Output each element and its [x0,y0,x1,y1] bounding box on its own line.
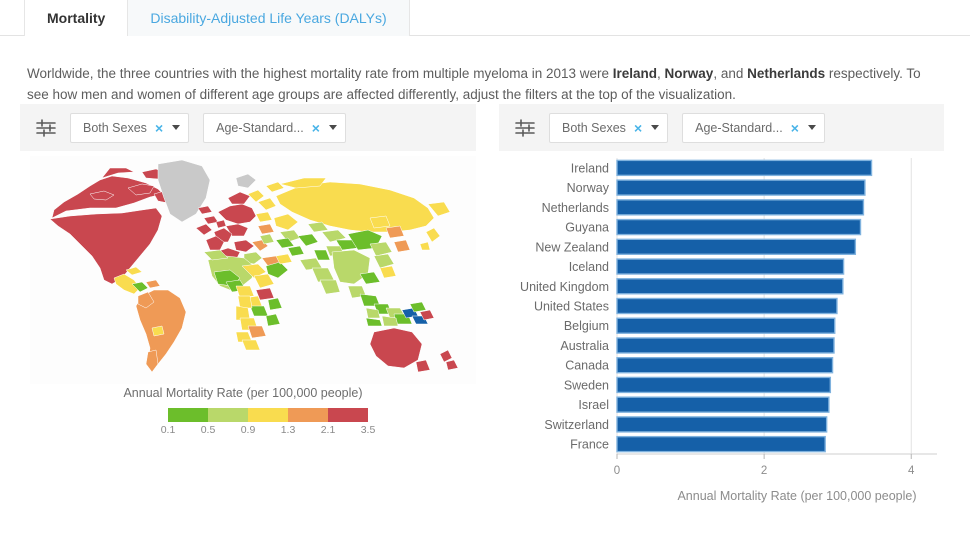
bar-chart-svg[interactable]: Ireland Norway Netherlands Guyana New Zealan… [499,154,951,534]
tab-dalys[interactable]: Disability-Adjusted Life Years (DALYs) [128,0,410,36]
chart-sex-filter-chevron-down-icon[interactable] [651,125,660,130]
bar-united-kingdom[interactable] [616,278,844,295]
intro-country-netherlands: Netherlands [747,65,826,81]
intro-sep-1: , [657,65,665,81]
bar-canada[interactable] [616,357,834,374]
legend-swatch-3 [288,408,328,422]
x-tick-label-2: 2 [761,465,767,477]
bar-guyana[interactable] [616,218,862,236]
category-label-guyana: Guyana [565,221,609,235]
tab-bar: Mortality Disability-Adjusted Life Years… [0,0,970,36]
category-label-united-states: United States [534,300,609,314]
world-choropleth-map[interactable] [30,156,476,384]
map-metric-filter-chevron-down-icon[interactable] [328,125,337,130]
chart-sex-filter-label: Both Sexes [562,120,626,135]
map-legend-swatches [168,408,368,422]
chart-metric-filter-clear-icon[interactable]: × [791,121,799,135]
intro-text-1: Worldwide, the three countries with the … [27,65,613,81]
bar-iceland[interactable] [616,258,845,275]
legend-swatch-4 [328,408,368,422]
category-label-sweden: Sweden [564,378,609,392]
map-sex-filter-clear-icon[interactable]: × [155,121,163,135]
map-panel: Both Sexes × Age-Standard... × Annual Mo… [20,104,476,534]
bar-sweden[interactable] [616,376,832,394]
chart-filter-bar: Both Sexes × Age-Standard... × [499,104,944,151]
visualization-page: Mortality Disability-Adjusted Life Years… [0,0,970,545]
x-axis-title: Annual Mortality Rate (per 100,000 peopl… [677,489,916,503]
bar-ireland[interactable] [616,159,873,177]
legend-tick-2: 0.9 [240,424,256,436]
category-label-switzerland: Switzerland [544,418,609,432]
tune-filter-icon[interactable] [34,117,58,139]
intro-paragraph: Worldwide, the three countries with the … [27,63,937,105]
bar-israel[interactable] [616,396,830,413]
category-label-belgium: Belgium [564,319,609,333]
map-metric-filter-chip[interactable]: Age-Standard... × [203,112,346,143]
bar-belgium[interactable] [616,317,836,334]
bar-united-states[interactable] [616,297,838,315]
chart-sex-filter-chip[interactable]: Both Sexes × [549,112,669,143]
legend-swatch-1 [208,408,248,422]
category-label-australia: Australia [560,339,609,353]
legend-tick-3: 1.3 [280,424,296,436]
category-label-norway: Norway [567,181,610,195]
tab-mortality-label: Mortality [47,10,106,26]
chart-metric-filter-chip[interactable]: Age-Standard... × [682,112,825,143]
bar-switzerland[interactable] [616,416,828,433]
category-label-israel: Israel [578,398,609,412]
category-label-new-zealand: New Zealand [535,240,609,254]
x-tick-label-0: 0 [614,465,620,477]
map-sex-filter-chip[interactable]: Both Sexes × [70,112,190,143]
legend-tick-4: 2.1 [320,424,336,436]
bar-netherlands[interactable] [616,199,865,216]
map-metric-filter-clear-icon[interactable]: × [312,121,320,135]
x-tick-label-4: 4 [908,465,915,477]
tune-filter-icon[interactable] [513,117,537,139]
category-label-iceland: Iceland [569,260,609,274]
legend-swatch-2 [248,408,288,422]
category-label-canada: Canada [565,359,609,373]
tab-dalys-label: Disability-Adjusted Life Years (DALYs) [150,10,387,26]
map-metric-filter-label: Age-Standard... [216,120,304,135]
map-sex-filter-label: Both Sexes [83,120,147,135]
intro-country-ireland: Ireland [612,65,658,81]
bar-chart-panel: Both Sexes × Age-Standard... × Ireland No… [499,104,951,534]
bar-australia[interactable] [616,337,835,354]
chart-sex-filter-clear-icon[interactable]: × [634,121,642,135]
bar-france[interactable] [616,435,826,453]
mortality-bar-chart[interactable]: Ireland Norway Netherlands Guyana New Zealan… [499,154,951,534]
legend-tick-1: 0.5 [200,424,216,436]
map-filter-bar: Both Sexes × Age-Standard... × [20,104,476,151]
intro-country-norway: Norway [664,65,714,81]
bar-norway[interactable] [616,179,866,196]
bar-new-zealand[interactable] [616,238,857,255]
category-label-netherlands: Netherlands [542,201,609,215]
intro-sep-2: , and [713,65,748,81]
legend-tick-5: 3.5 [360,424,376,436]
chart-metric-filter-label: Age-Standard... [695,120,783,135]
legend-swatch-0 [168,408,208,422]
map-legend-title: Annual Mortality Rate (per 100,000 peopl… [123,386,363,400]
category-label-ireland: Ireland [571,161,609,175]
tab-mortality[interactable]: Mortality [24,0,129,36]
chart-metric-filter-chevron-down-icon[interactable] [807,125,816,130]
map-legend-ticks: 0.1 0.5 0.9 1.3 2.1 3.5 [148,424,388,436]
map-sex-filter-chevron-down-icon[interactable] [172,125,181,130]
category-label-united-kingdom: United Kingdom [520,280,609,294]
category-label-france: France [570,438,609,452]
legend-tick-0: 0.1 [160,424,176,436]
